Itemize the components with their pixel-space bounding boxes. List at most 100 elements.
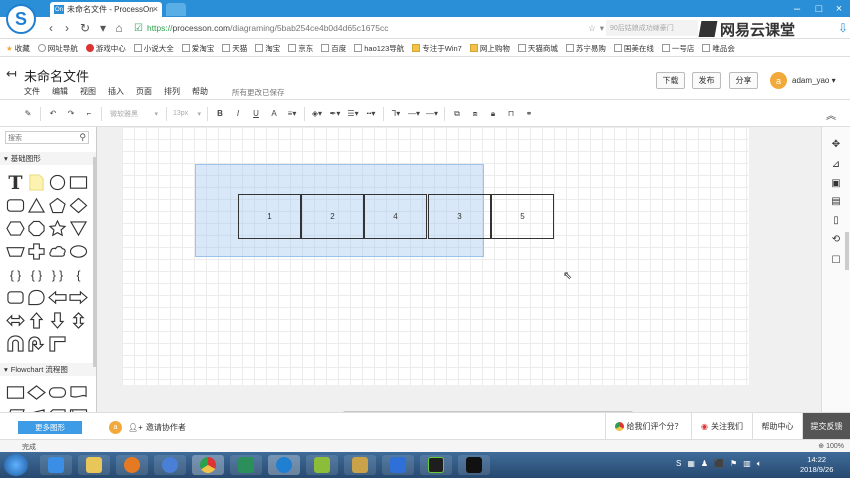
zoom-level[interactable]: ⊕ 100% — [818, 442, 844, 450]
bring-front-icon[interactable]: ⧉ — [451, 106, 463, 122]
collapse-toolbar-icon[interactable]: ︽ — [826, 107, 836, 122]
line-start-icon[interactable]: —▾ — [408, 106, 420, 122]
text-color-icon[interactable]: A — [268, 106, 280, 122]
menu-page[interactable]: 页面 — [136, 86, 152, 97]
shape-star[interactable] — [47, 217, 68, 240]
invite-collaborator-button[interactable]: 👤︎+ 邀请协作者 — [128, 422, 186, 433]
font-size-select[interactable]: 13px ▾ — [173, 107, 201, 121]
shape-brace-left[interactable]: { — [68, 263, 89, 286]
browser-tab-active[interactable]: On 未命名文件 - ProcessOn × — [50, 2, 162, 17]
shape-card[interactable] — [47, 404, 68, 412]
url-field[interactable]: ☑ https://processon.com/diagraming/5bab2… — [134, 20, 604, 36]
bookmark-item[interactable]: 淘宝 — [255, 43, 284, 54]
brush-icon[interactable]: ⌐ — [83, 106, 95, 122]
tray-icon[interactable]: ⬛ — [714, 459, 724, 469]
search-box[interactable]: 90后姑娘成功嫁豪门 — [606, 20, 698, 36]
undo-icon[interactable]: ↶ — [47, 106, 59, 122]
shape-document[interactable] — [68, 381, 89, 404]
forward-arrow-icon[interactable]: › — [60, 21, 74, 35]
bookmark-item[interactable]: 小说大全 — [133, 43, 178, 54]
menu-arrange[interactable]: 排列 — [164, 86, 180, 97]
bookmark-item[interactable]: 游戏中心 — [85, 43, 130, 54]
tray-icon[interactable]: ♟ — [701, 459, 708, 469]
new-tab-button[interactable] — [166, 3, 186, 16]
diagram-node[interactable]: 1 — [238, 194, 301, 239]
shape-arrow-left[interactable] — [47, 286, 68, 309]
shape-octagon[interactable] — [26, 217, 47, 240]
minimize-icon[interactable]: – — [786, 0, 808, 17]
connector-icon[interactable]: ⅂▾ — [390, 106, 402, 122]
diagram-node[interactable]: 5 — [491, 194, 554, 239]
fill-color-icon[interactable]: ◈▾ — [311, 106, 323, 122]
diagram-node[interactable]: 2 — [301, 194, 364, 239]
shape-triangle[interactable] — [26, 194, 47, 217]
bookmark-item[interactable]: 百度 — [321, 43, 350, 54]
clock[interactable]: 14:22 2018/9/26 — [800, 455, 833, 475]
ad-brand-banner[interactable]: 网易云课堂 — [698, 18, 830, 40]
shape-u-turn-arrow[interactable] — [26, 332, 47, 355]
shape-parallelogram[interactable] — [5, 404, 26, 412]
shape-inverted-triangle[interactable] — [68, 217, 89, 240]
bookmark-item[interactable]: ★ 收藏 — [6, 43, 34, 54]
star-bookmark-icon[interactable]: ☆ — [588, 23, 596, 34]
taskbar-explorer-icon[interactable] — [78, 455, 110, 475]
comment-icon[interactable]: ☐ — [829, 253, 843, 267]
shape-arrow-right[interactable] — [68, 286, 89, 309]
format-painter-icon[interactable]: ✎ — [22, 106, 34, 122]
url-dropdown-icon[interactable]: ▾ — [600, 23, 604, 34]
network-icon[interactable]: ▥ — [743, 459, 751, 469]
shape-trapezoid[interactable] — [5, 240, 26, 263]
italic-icon[interactable]: I — [232, 106, 244, 122]
tray-icon[interactable]: ▦ — [687, 459, 695, 469]
bookmark-item[interactable]: 天猫商城 — [517, 43, 562, 54]
line-width-icon[interactable]: ☰▾ — [347, 106, 359, 122]
maximize-icon[interactable]: □ — [808, 0, 830, 17]
back-arrow-icon[interactable]: ↤ — [6, 66, 17, 82]
diagram-node[interactable]: 4 — [364, 194, 427, 239]
shape-arrow-up-down[interactable] — [68, 309, 89, 332]
shape-pentagon[interactable] — [47, 194, 68, 217]
avatar[interactable]: a — [770, 72, 787, 89]
shape-bracket-pair[interactable]: { } — [26, 263, 47, 286]
canvas-area[interactable]: 1 2 4 3 5 ⇖ — [97, 127, 821, 412]
canvas-page[interactable]: 1 2 4 3 5 — [122, 127, 749, 385]
shape-u-turn[interactable] — [5, 332, 26, 355]
taskbar-photo-icon[interactable] — [344, 455, 376, 475]
follow-us-button[interactable]: ◉ 关注我们 — [691, 413, 752, 440]
shape-circle[interactable] — [47, 171, 68, 194]
navigator-icon[interactable]: ✥ — [829, 137, 843, 151]
document-title[interactable]: 未命名文件 — [24, 66, 89, 85]
taskbar-media-icon[interactable] — [116, 455, 148, 475]
menu-file[interactable]: 文件 — [24, 86, 40, 97]
username[interactable]: adam_yao ▾ — [792, 76, 836, 85]
shape-manual-input[interactable] — [26, 404, 47, 412]
bookmark-item[interactable]: 网址导航 — [37, 43, 82, 54]
line-color-icon[interactable]: ✒▾ — [329, 106, 341, 122]
share-button[interactable]: 分享 — [729, 72, 758, 89]
tab-close-icon[interactable]: × — [153, 4, 158, 14]
browser-logo-icon[interactable]: S — [6, 4, 36, 34]
shape-terminator[interactable] — [47, 381, 68, 404]
category-basic-shapes[interactable]: ▾ 基础图形 — [0, 152, 96, 165]
shape-text[interactable]: T — [5, 171, 26, 194]
shape-process[interactable] — [5, 381, 26, 404]
shape-hexagon[interactable] — [5, 217, 26, 240]
taskbar-chart-icon[interactable] — [306, 455, 338, 475]
align-icon[interactable]: ≡▾ — [286, 106, 298, 122]
back-arrow-icon[interactable]: ‹ — [44, 21, 58, 35]
bookmark-item[interactable]: 一号店 — [661, 43, 699, 54]
taskbar-baidu-icon[interactable] — [154, 455, 186, 475]
line-style-icon[interactable]: ┅▾ — [365, 106, 377, 122]
line-end-icon[interactable]: —▾ — [426, 106, 438, 122]
taskbar-app-icon[interactable] — [230, 455, 262, 475]
refresh-icon[interactable]: ↻ — [78, 21, 92, 35]
menu-view[interactable]: 视图 — [80, 86, 96, 97]
close-window-icon[interactable]: × — [828, 0, 850, 17]
bookmark-item[interactable]: hao123导航 — [354, 43, 408, 54]
redo-icon[interactable]: ↷ — [65, 106, 77, 122]
history-icon[interactable]: ⟲ — [829, 232, 843, 246]
bold-icon[interactable]: B — [214, 106, 226, 122]
link-icon[interactable]: ⚭ — [523, 106, 535, 122]
page-icon[interactable]: ▯ — [829, 213, 843, 227]
shape-brace-right[interactable]: } } — [47, 263, 68, 286]
